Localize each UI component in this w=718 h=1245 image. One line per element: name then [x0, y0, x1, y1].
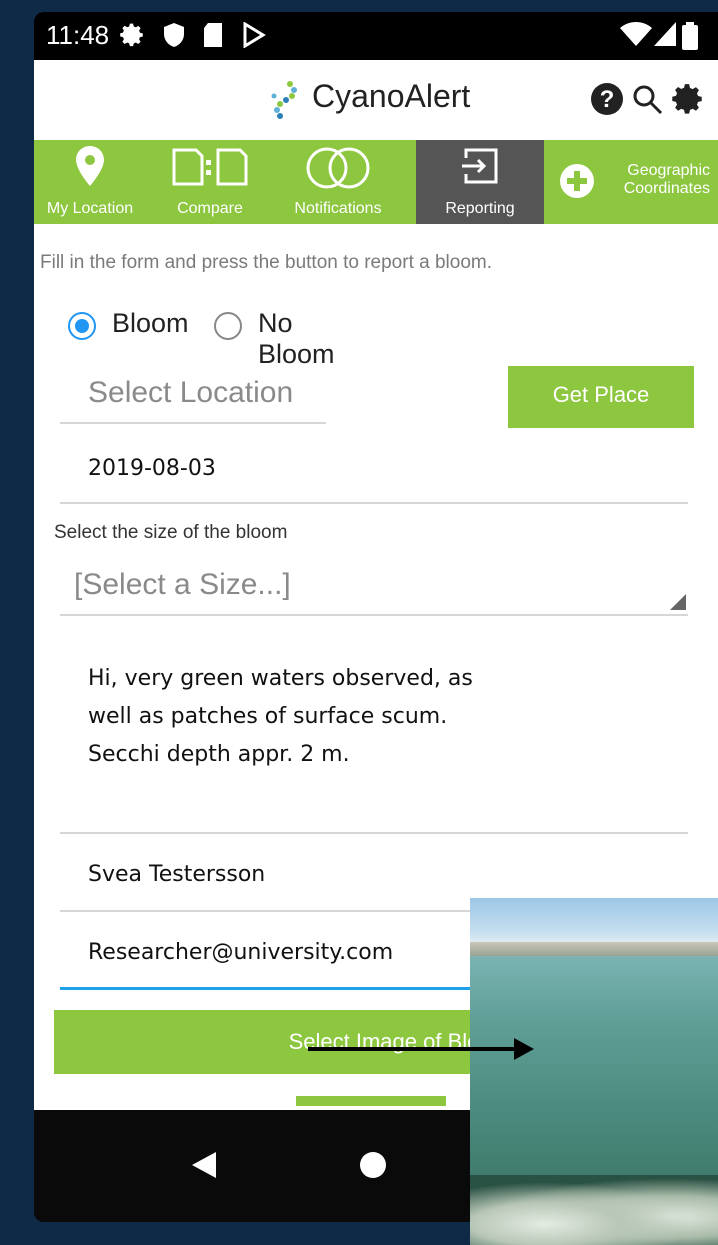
bloom-radio[interactable]	[68, 312, 96, 340]
tab-compare[interactable]: Compare	[162, 140, 258, 224]
tab-label-line: Coordinates	[623, 180, 710, 197]
annotation-arrow-line	[308, 1047, 518, 1051]
app-bar: CyanoAlert ?	[34, 60, 718, 138]
dropdown-arrow-icon	[670, 594, 686, 610]
tab-label-line: Geographic	[627, 162, 710, 179]
help-icon[interactable]: ?	[590, 82, 624, 116]
date-value: 2019-08-03	[88, 456, 216, 481]
scroll-indicator	[296, 1096, 446, 1106]
get-place-button[interactable]: Get Place	[508, 366, 694, 428]
bloom-size-value: [Select a Size...]	[74, 568, 291, 601]
bloom-size-select[interactable]: [Select a Size...]	[60, 560, 688, 616]
photo-surface-scum	[470, 1175, 718, 1245]
email-value: Researcher@university.com	[88, 940, 394, 965]
tab-reporting[interactable]: Reporting	[416, 140, 544, 224]
message-line: well as patches of surface scum.	[88, 704, 448, 729]
tab-my-location[interactable]: My Location	[34, 140, 146, 224]
battery-icon	[682, 22, 698, 50]
tab-label: Notifications	[294, 200, 382, 217]
location-pin-icon	[76, 146, 104, 186]
tab-label: Geographic Coordinates	[600, 162, 710, 198]
message-line: Hi, very green waters observed, as	[88, 666, 473, 691]
tab-geographic-coordinates[interactable]: Geographic Coordinates	[544, 140, 718, 224]
plus-circle-icon	[560, 164, 594, 198]
tab-bar: My Location Compare Notifications Report…	[34, 140, 718, 224]
app-title: CyanoAlert	[312, 78, 471, 114]
shield-icon	[164, 23, 184, 47]
arrow-right-icon	[514, 1038, 534, 1060]
tab-notifications[interactable]: Notifications	[278, 140, 398, 224]
svg-text:?: ?	[600, 86, 615, 113]
bloom-size-label: Select the size of the bloom	[54, 522, 288, 543]
report-icon	[462, 148, 498, 184]
name-value: Svea Testersson	[88, 862, 266, 887]
signal-icon	[654, 22, 676, 46]
bloom-photo	[470, 898, 718, 1245]
date-field[interactable]: 2019-08-03	[60, 442, 688, 504]
tab-label: My Location	[46, 200, 134, 217]
settings-icon	[120, 23, 143, 47]
back-icon[interactable]	[192, 1152, 216, 1178]
tab-label: Reporting	[445, 200, 515, 217]
sd-card-icon	[204, 23, 222, 47]
message-field[interactable]: Hi, very green waters observed, as well …	[60, 630, 688, 834]
status-bar: 11:48	[34, 12, 718, 60]
select-location-field[interactable]: Select Location	[60, 376, 326, 424]
photo-shoreline	[470, 942, 718, 956]
bloom-radio-label[interactable]: Bloom	[112, 308, 189, 339]
cyanoalert-logo-icon	[271, 81, 297, 119]
form-hint: Fill in the form and press the button to…	[40, 252, 493, 273]
message-line: Secchi depth appr. 2 m.	[88, 742, 350, 767]
no-bloom-radio[interactable]	[214, 312, 242, 340]
settings-icon[interactable]	[672, 82, 706, 116]
wifi-icon	[620, 22, 652, 46]
status-time: 11:48	[46, 20, 110, 50]
compare-icon	[172, 148, 248, 186]
rings-icon	[306, 147, 370, 189]
tab-label: Compare	[177, 200, 243, 217]
home-icon[interactable]	[360, 1152, 386, 1178]
search-icon[interactable]	[630, 82, 664, 116]
no-bloom-radio-label[interactable]: No Bloom	[258, 308, 335, 370]
play-store-icon	[243, 22, 266, 48]
